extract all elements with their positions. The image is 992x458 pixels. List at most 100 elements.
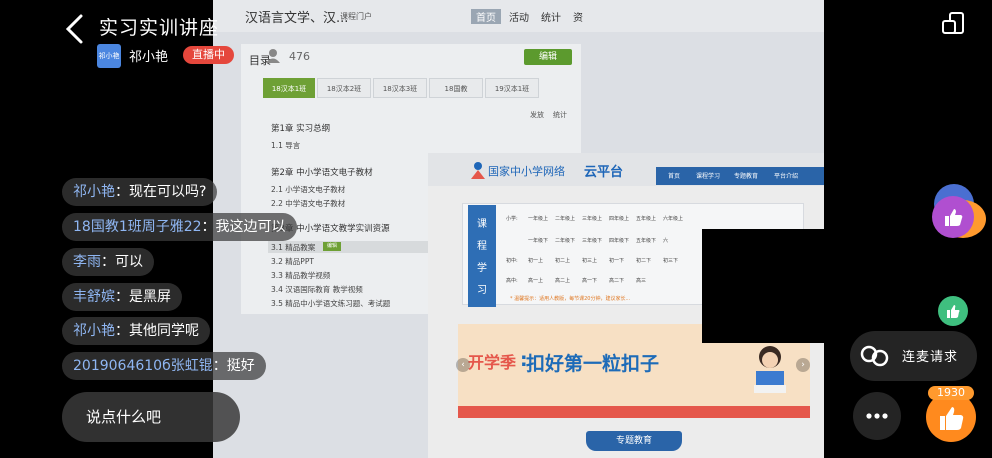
grade-cell: 初二下 <box>636 258 652 264</box>
toolbar-stats: 统计 <box>553 111 567 119</box>
chat-text: 可以 <box>115 254 143 270</box>
chapter-item: 1.1 导言 <box>271 141 301 150</box>
chat-text: 挺好 <box>226 358 255 374</box>
banner-bunting <box>458 406 810 418</box>
grade-cell: 高一下 <box>582 278 598 284</box>
grade-cell: 一年级上 <box>528 216 549 222</box>
like-count: 1930 <box>928 386 974 400</box>
grade-cell: 一年级下 <box>528 238 549 244</box>
chat-message: 李雨：可以 <box>62 248 154 276</box>
chat-text: 现在可以吗? <box>129 184 207 200</box>
portal-nav-item: 专题教育 <box>734 173 759 180</box>
chapter-item: 3.1 精品教案 <box>271 243 316 252</box>
child-reading-illustration <box>754 346 786 393</box>
chapter-item: 3.5 精品中小学语文练习题、考试题 <box>271 299 391 308</box>
chat-message: 18国教1班周子雅22：我这边可以 <box>62 213 297 241</box>
grade-cell: 高二下 <box>609 278 625 284</box>
vertical-char: 习 <box>477 285 487 296</box>
chat-nick: 18国教1班周子雅22 <box>73 219 202 235</box>
chapter-title: 第1章 实习总纲 <box>271 124 331 134</box>
class-tab: 18汉本1班 <box>263 78 315 98</box>
grade-cell: 初一下 <box>609 258 625 264</box>
chat-text: 是黑屏 <box>129 289 171 305</box>
grade-cell: 高二上 <box>555 278 571 284</box>
grade-cell: 高三 <box>636 278 647 284</box>
portal-logo-icon <box>471 162 485 179</box>
grade-cell: 五年级上 <box>636 216 657 222</box>
screen-switch-icon[interactable] <box>941 11 967 35</box>
black-video-overlay <box>702 229 824 343</box>
grade-cell: 初一上 <box>528 258 544 264</box>
chapter-item: 2.1 小学语文电子教材 <box>271 185 346 194</box>
chat-message: 祁小艳：其他同学呢 <box>62 317 210 345</box>
vertical-char: 课 <box>477 219 487 230</box>
toolbar-distribute: 发放 <box>530 111 544 119</box>
chat-text: 其他同学呢 <box>129 323 199 339</box>
thumb-up-icon <box>940 407 964 430</box>
grade-cell: 二年级上 <box>555 216 576 222</box>
course-nav-resource: 资 <box>573 13 583 24</box>
portal-nav-item: 课程学习 <box>696 173 721 180</box>
grade-cell: 四年级下 <box>609 238 630 244</box>
grade-cell: 二年级下 <box>555 238 576 244</box>
host-name: 祁小艳 <box>129 50 169 65</box>
chat-nick: 祁小艳 <box>73 323 115 339</box>
edit-button: 编辑 <box>524 49 572 65</box>
portal-logo-brand: 云平台 <box>584 165 624 180</box>
back-chevron-icon[interactable] <box>62 12 88 46</box>
more-icon <box>866 413 888 419</box>
mic-link-icon <box>860 345 889 367</box>
chat-nick: 祁小艳 <box>73 184 115 200</box>
class-tab: 19汉本1班 <box>485 78 539 98</box>
vertical-char: 学 <box>477 263 487 274</box>
banner-brand: 开学季 <box>468 353 517 372</box>
class-tabs: 18汉本1班 18汉本2班 18汉本3班 18国教 19汉本1班 <box>253 78 545 98</box>
grade-row-label: 高中: <box>506 278 518 284</box>
banner-text: 扣好第一粒扣子 <box>526 353 660 375</box>
chapter-item: 2.2 中学语文电子教材 <box>271 199 346 208</box>
chapter-item: 3.4 汉语国际教育 教学视频 <box>271 285 363 294</box>
user-icon <box>266 49 280 63</box>
thumb-up-icon <box>945 209 963 226</box>
banner-next-icon: › <box>796 358 810 372</box>
chat-nick: 丰舒嫔 <box>73 289 115 305</box>
portal-nav-item: 平台介绍 <box>774 173 799 180</box>
course-nav-home: 首页 <box>471 9 501 24</box>
grade-cell: 高一上 <box>528 278 544 284</box>
thumb-up-icon <box>947 305 960 318</box>
edit-tag: 编辑 <box>323 242 341 251</box>
course-nav-stats: 统计 <box>541 13 561 24</box>
chat-message: 祁小艳：现在可以吗? <box>62 178 218 206</box>
course-study-label: 课 程 学 习 <box>468 205 496 307</box>
class-tab: 18国教 <box>429 78 483 98</box>
grade-row-label: 初中: <box>506 258 518 264</box>
grade-cell: 初三下 <box>663 258 679 264</box>
live-status-badge: 直播中 <box>183 46 234 64</box>
portal-nav-item: 首页 <box>668 173 681 180</box>
avatar[interactable]: 祁小艳 <box>97 44 121 68</box>
chapter-item: 3.2 精品PPT <box>271 257 314 266</box>
comment-placeholder: 说点什么吧 <box>86 408 162 426</box>
vertical-char: 程 <box>477 241 487 252</box>
chat-nick: 李雨 <box>73 254 101 270</box>
course-title: 汉语言文学、汉... <box>245 11 349 26</box>
chat-message: 2019064610б张虹锟：挺好 <box>62 352 266 380</box>
chat-message: 丰舒嫔：是黑屏 <box>62 283 182 311</box>
grade-cell: 三年级上 <box>582 216 603 222</box>
grade-cell: 初三上 <box>582 258 598 264</box>
chat-text: 我这边可以 <box>215 219 286 235</box>
catalog-count: 476 <box>289 50 310 63</box>
live-room-title: 实习实训讲座 <box>99 17 220 39</box>
chapter-title: 第2章 中小学语文电子教材 <box>271 168 373 178</box>
mic-link-label: 连麦请求 <box>902 350 959 365</box>
chat-nick: 2019064610б张虹锟 <box>73 358 213 374</box>
class-tab: 18汉本2班 <box>317 78 371 98</box>
grade-cell: 六 <box>663 238 669 244</box>
grade-cell: 六年级上 <box>663 216 684 222</box>
course-nav-activity: 活动 <box>509 13 529 24</box>
chapter-item: 3.3 精品教学视频 <box>271 271 331 280</box>
grade-cell: 五年级下 <box>636 238 657 244</box>
banner-prev-icon: ‹ <box>456 358 470 372</box>
grid-note: * 温馨提示：适用人教版，每节课20分钟，建议家长... <box>510 296 631 302</box>
grade-cell: 四年级上 <box>609 216 630 222</box>
